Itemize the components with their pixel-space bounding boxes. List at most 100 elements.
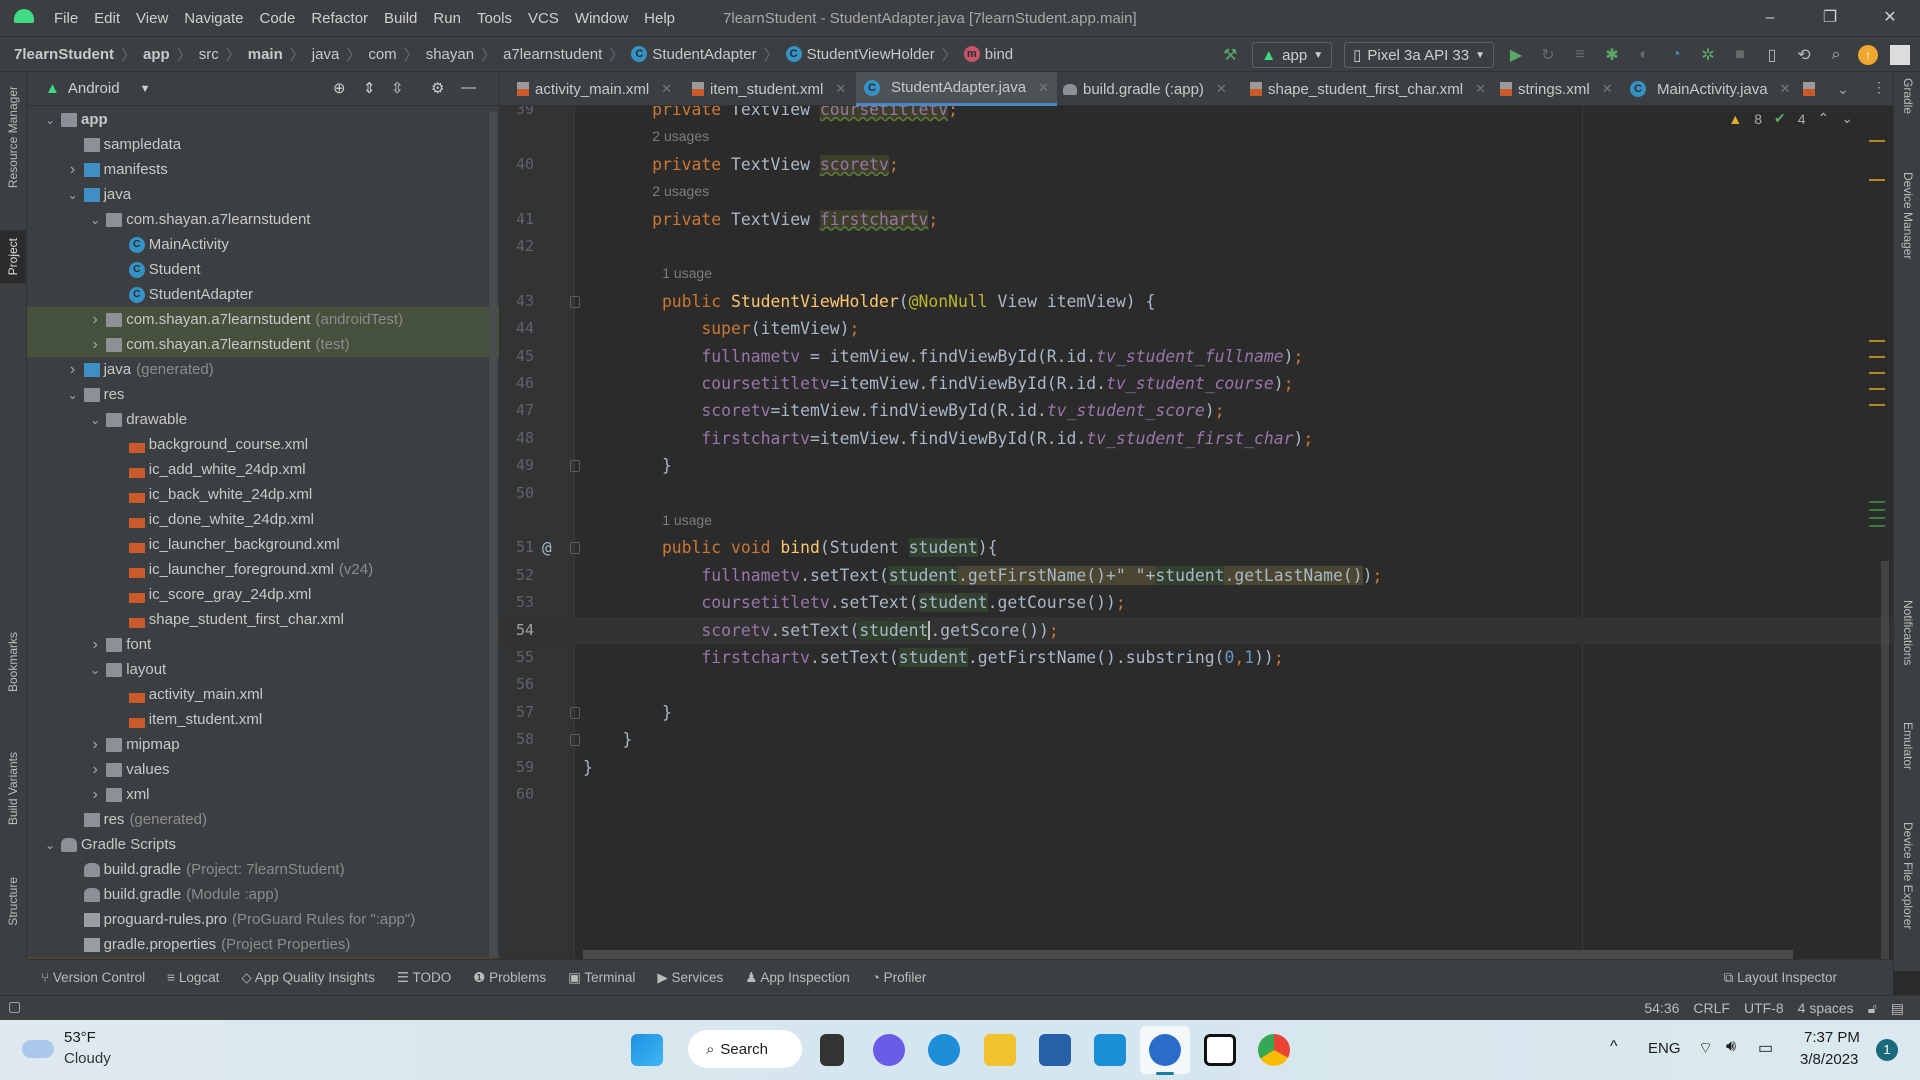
menu-build[interactable]: Build [376,10,425,27]
tree-item[interactable]: build.gradle (Module :app) [27,882,499,907]
chevron-down-icon[interactable]: ⌄ [43,113,57,127]
warning-marker[interactable] [1869,404,1885,406]
warning-marker[interactable] [1869,340,1885,342]
menu-code[interactable]: Code [251,10,303,27]
tree-item[interactable]: C MainActivity [27,232,499,257]
attach-debugger-icon[interactable]: ✲ [1698,45,1718,65]
code-line[interactable]: 52 fullnametv.setText(student.getFirstNa… [500,562,1893,589]
chevron-right-icon[interactable]: › [66,361,80,379]
tree-item[interactable]: ic_add_white_24dp.xml [27,457,499,482]
code-line[interactable]: 50 [500,480,1893,507]
volume-icon[interactable]: 🔊︎ [1726,1038,1736,1056]
wifi-icon[interactable]: ⌔ [1698,1038,1713,1058]
teams-chat-icon[interactable] [873,1034,905,1066]
usage-hint-text[interactable]: 2 usages [652,178,709,205]
file-encoding[interactable]: UTF-8 [1744,1000,1784,1016]
breadcrumb-java[interactable]: java [312,46,340,63]
weak-warning-marker[interactable] [1869,525,1885,527]
code-line[interactable]: 58 } [500,726,1893,753]
code-line[interactable]: 45 fullnametv = itemView.findViewById(R.… [500,343,1893,370]
tree-item[interactable]: › com.shayan.a7learnstudent (test) [27,332,499,357]
hide-icon[interactable]: — [461,79,476,96]
code-line[interactable]: 59} [500,754,1893,781]
project-scrollbar[interactable] [489,112,497,957]
tree-item[interactable]: ⌄ Gradle Scripts [27,832,499,857]
code-line[interactable]: 40 private TextView scoretv; [500,151,1893,178]
more-icon[interactable]: ⋮ [1872,79,1886,96]
tab-activity-main-xml[interactable]: activity_main.xml ✕ [517,72,672,106]
battery-icon[interactable]: ▭ [1758,1038,1773,1058]
code-editor[interactable]: 39 private TextView coursetitletv; 2 usag… [500,106,1893,959]
code-line[interactable]: 48 firstchartv=itemView.findViewById(R.i… [500,425,1893,452]
code-line[interactable]: 60 [500,781,1893,808]
file-explorer-icon[interactable] [984,1034,1016,1066]
tree-item[interactable]: › java (generated) [27,357,499,382]
breadcrumb-shayan[interactable]: shayan [426,46,474,63]
search-icon[interactable]: ⌕ [1826,46,1846,64]
breadcrumb-main[interactable]: main [248,46,283,63]
run-icon[interactable]: ▶ [1506,45,1526,65]
tree-item[interactable]: › values [27,757,499,782]
menu-run[interactable]: Run [425,10,469,27]
locate-icon[interactable]: ⊕ [333,79,346,97]
menu-navigate[interactable]: Navigate [176,10,251,27]
problems-tab[interactable]: ❶ Problems [473,970,546,986]
menu-edit[interactable]: Edit [86,10,128,27]
tree-item[interactable]: build.gradle (Project: 7learnStudent) [27,857,499,882]
device-dropdown[interactable]: ▯ Pixel 3a API 33 ▼ [1344,42,1494,68]
caret-position[interactable]: 54:36 [1644,1000,1679,1016]
notifications-tab[interactable]: Notifications [1901,600,1915,665]
menu-help[interactable]: Help [636,10,683,27]
breadcrumb-src[interactable]: src [199,46,219,63]
tree-item[interactable]: res (generated) [27,807,499,832]
xml-file-icon[interactable] [1803,82,1815,96]
tree-item[interactable]: ic_done_white_24dp.xml [27,507,499,532]
gradle-tab[interactable]: Gradle [1901,78,1915,114]
menu-window[interactable]: Window [567,10,636,27]
close-tab-icon[interactable]: ✕ [835,81,846,97]
tree-item[interactable]: ic_launcher_foreground.xml (v24) [27,557,499,582]
update-icon[interactable]: ↑ [1858,45,1878,65]
close-button[interactable]: ✕ [1860,0,1920,36]
code-line[interactable]: 57 } [500,699,1893,726]
tree-item[interactable]: ⌄ drawable [27,407,499,432]
line-separator[interactable]: CRLF [1693,1000,1730,1016]
tab-shape-student-first-char-xml[interactable]: shape_student_first_char.xml ✕ [1250,72,1486,106]
clock-date[interactable]: 3/8/2023 [1800,1051,1858,1068]
tree-item[interactable]: › com.shayan.a7learnstudent (androidTest) [27,307,499,332]
fold-marker-icon[interactable] [570,706,580,719]
structure-tab[interactable]: Structure [6,877,20,926]
code-line[interactable]: 53 coursetitletv.setText(student.getCour… [500,589,1893,616]
breadcrumb-method[interactable]: bind [985,46,1013,63]
close-tab-icon[interactable]: ✕ [1780,81,1791,97]
profiler-tab[interactable]: ◔ Profiler [872,970,927,985]
breadcrumb-inner-class[interactable]: StudentViewHolder [807,46,935,63]
bookmarks-tab[interactable]: Bookmarks [6,632,20,692]
mail-icon[interactable] [1094,1034,1126,1066]
microsoft-store-icon[interactable] [1039,1034,1071,1066]
menu-tools[interactable]: Tools [469,10,520,27]
tree-item[interactable]: › mipmap [27,732,499,757]
breadcrumb-project[interactable]: 7learnStudent [14,46,114,63]
chevron-right-icon[interactable]: › [88,786,102,804]
breadcrumb-com[interactable]: com [368,46,396,63]
tab-studentadapter-java[interactable]: C StudentAdapter.java ✕ [856,72,1058,106]
chevron-down-icon[interactable]: ⌄ [88,413,102,427]
clock-time[interactable]: 7:37 PM [1804,1029,1860,1046]
weak-warning-marker[interactable] [1869,501,1885,503]
close-tab-icon[interactable]: ✕ [1038,80,1049,96]
code-line[interactable]: 44 super(itemView); [500,315,1893,342]
tree-item[interactable]: ic_score_gray_24dp.xml [27,582,499,607]
warning-marker[interactable] [1869,140,1885,142]
menu-vcs[interactable]: VCS [520,10,567,27]
build-variants-tab[interactable]: Build Variants [6,752,20,825]
implements-icon[interactable]: @ [542,534,552,561]
tree-item[interactable]: › xml [27,782,499,807]
horizontal-scrollbar[interactable] [583,950,1793,959]
chevron-down-icon[interactable]: ⌄ [43,838,57,852]
tree-item[interactable]: ic_back_white_24dp.xml [27,482,499,507]
profiler-icon[interactable]: ◔ [1666,46,1686,64]
chevron-down-icon[interactable]: ⌄ [88,213,102,227]
code-line[interactable]: 46 coursetitletv=itemView.findViewById(R… [500,370,1893,397]
minimize-button[interactable]: – [1740,0,1800,36]
